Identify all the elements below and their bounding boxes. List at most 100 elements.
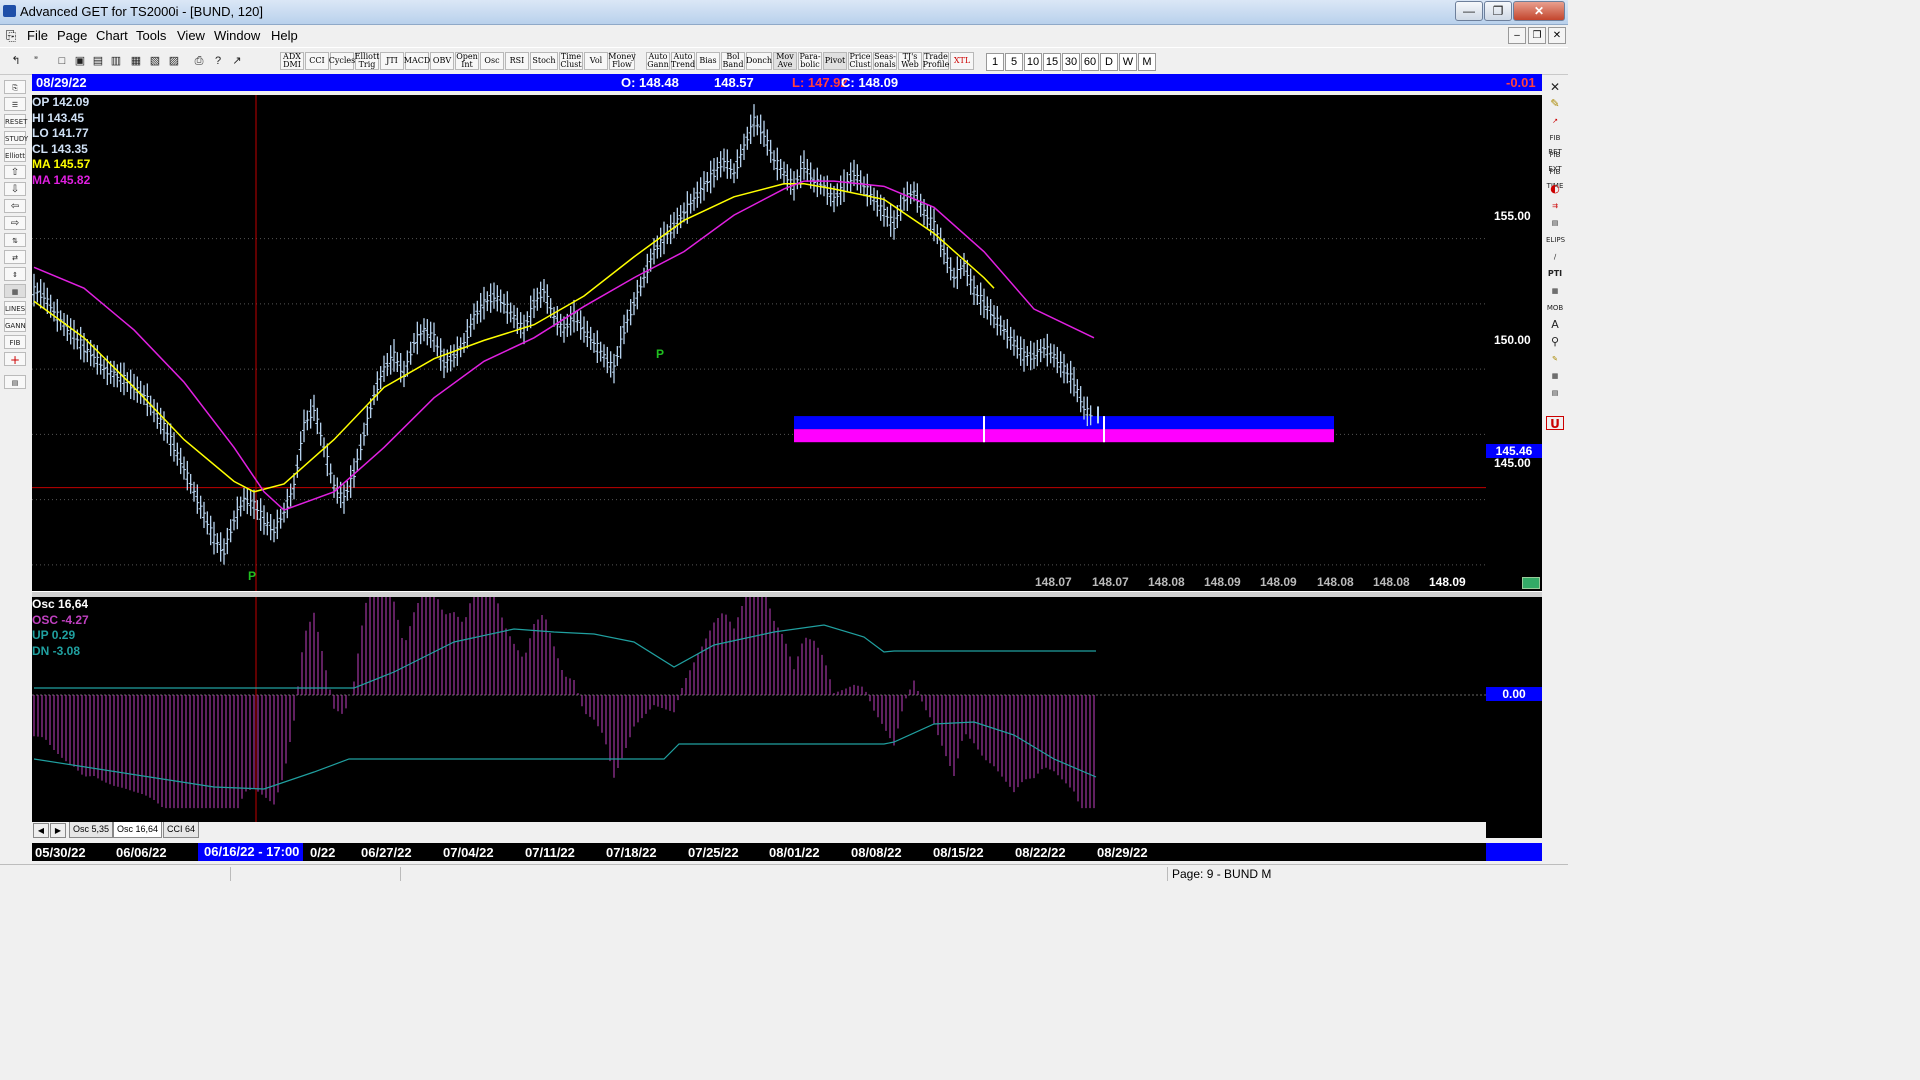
document-icon[interactable]: ⎘ — [6, 28, 16, 44]
print-icon[interactable]: ⎙ — [191, 52, 207, 70]
elliott-button[interactable]: Elliott — [4, 148, 26, 162]
menu-chart[interactable]: Chart — [96, 28, 128, 43]
timeframe-10-button[interactable]: 10 — [1024, 53, 1042, 71]
fib-button[interactable]: FIB — [4, 335, 26, 349]
menu-help[interactable]: Help — [271, 28, 298, 43]
calculator-icon[interactable]: ▦ — [1546, 369, 1564, 383]
zoom-bars-icon[interactable]: ☰ — [4, 97, 26, 111]
tab-next-icon[interactable]: ▶ — [50, 823, 66, 838]
lines-button[interactable]: LINES — [4, 301, 26, 315]
timeframe-15-button[interactable]: 15 — [1043, 53, 1061, 71]
undo-button[interactable]: U — [1546, 416, 1564, 431]
timeframe-weekly-button[interactable]: W — [1119, 53, 1137, 71]
fib-extension-button[interactable]: FIB EXT — [1546, 148, 1564, 173]
expand-icon[interactable]: ⇄ — [4, 250, 26, 264]
arrow-right-icon[interactable]: ⇨ — [4, 216, 26, 230]
maximize-button[interactable]: ❐ — [1484, 1, 1512, 21]
help-icon[interactable]: ? — [210, 52, 226, 70]
fib-retracement-button[interactable]: FIB RET — [1546, 131, 1564, 156]
study-xtl-button[interactable]: XTL — [950, 52, 974, 70]
close-button[interactable]: ✕ — [1513, 1, 1565, 21]
study-auto-gann-button[interactable]: Auto Gann — [646, 52, 670, 70]
indicator-osc-button[interactable]: Osc — [480, 52, 504, 70]
indicator-cycles-button[interactable]: Cycles — [329, 52, 355, 70]
grid-icon[interactable]: ▦ — [4, 284, 26, 298]
pointer-icon[interactable]: ↰ — [8, 52, 24, 70]
tab-cci-64[interactable]: CCI 64 — [163, 822, 200, 838]
arc-icon[interactable]: ◐ — [1546, 182, 1564, 196]
arrow-up-icon[interactable]: ⇧ — [4, 165, 26, 179]
timeframe-daily-button[interactable]: D — [1100, 53, 1118, 71]
study-tjs-web-button[interactable]: TJ's Web — [898, 52, 922, 70]
highlighter-icon[interactable]: ✎ — [1546, 352, 1564, 366]
folder-icon[interactable]: ⎘ — [4, 80, 26, 94]
text-tool-button[interactable]: A — [1546, 318, 1564, 332]
context-help-icon[interactable]: ↗ — [229, 52, 245, 70]
date-axis[interactable]: 05/30/22 06/06/22 0/22 06/27/22 07/04/22… — [32, 843, 1486, 861]
arrow-left-icon[interactable]: ⇦ — [4, 199, 26, 213]
copy-icon[interactable]: ▥ — [108, 52, 124, 70]
menu-file[interactable]: File — [27, 28, 48, 43]
chart-window-icon[interactable]: ▦ — [128, 52, 144, 70]
timeframe-5-button[interactable]: 5 — [1005, 53, 1023, 71]
price-chart[interactable]: OP 142.09 HI 143.45 LO 141.77 CL 143.35 … — [32, 95, 1486, 591]
tab-osc-5-35[interactable]: Osc 5,35 — [69, 822, 114, 838]
menu-tools[interactable]: Tools — [136, 28, 166, 43]
study-trade-profile-button[interactable]: Trade Profile — [923, 52, 949, 70]
price-axis[interactable]: 155.00 150.00 145.00 145.46 — [1486, 95, 1542, 591]
indicator-obv-button[interactable]: OBV — [430, 52, 454, 70]
save-icon[interactable]: ▣ — [72, 52, 88, 70]
study-mov-ave-button[interactable]: Mov Ave — [773, 52, 797, 70]
gann-button[interactable]: GANN — [4, 318, 26, 332]
oscillator-chart[interactable]: Osc 16,64 OSC -4.27 UP 0.29 DN -3.08 — [32, 597, 1486, 822]
channel-icon[interactable]: ▤ — [1546, 216, 1564, 230]
quote-icon[interactable]: ” — [28, 52, 44, 70]
indicator-cci-button[interactable]: CCI — [305, 52, 329, 70]
study-auto-trend-button[interactable]: Auto Trend — [671, 52, 695, 70]
indicator-macd-button[interactable]: MACD — [404, 52, 430, 70]
trendline-icon[interactable]: ↗ — [1546, 114, 1564, 128]
menu-view[interactable]: View — [177, 28, 205, 43]
oscillator-axis[interactable]: 0.00 — [1486, 597, 1542, 838]
fib-time-button[interactable]: FIB TIME — [1546, 165, 1564, 190]
mdi-minimize-button[interactable]: – — [1508, 27, 1526, 44]
crosshair-icon[interactable]: + — [4, 352, 26, 367]
scale-icon[interactable] — [1522, 577, 1540, 589]
indicator-money-flow-button[interactable]: Money Flow — [608, 52, 636, 70]
delete-chart-icon[interactable]: ▧ — [147, 52, 163, 70]
mob-button[interactable]: MOB — [1546, 301, 1564, 315]
timeframe-60-button[interactable]: 60 — [1081, 53, 1099, 71]
notes-icon[interactable]: ▤ — [1546, 386, 1564, 400]
magnifier-icon[interactable]: ⚲ — [1546, 335, 1564, 349]
new-page-icon[interactable]: □ — [54, 52, 70, 70]
study-bol-band-button[interactable]: Bol Band — [721, 52, 745, 70]
study-price-clust-button[interactable]: Price Clust — [848, 52, 872, 70]
study-seasonals-button[interactable]: Seas-onals — [873, 52, 897, 70]
indicator-open-int-button[interactable]: Open Int — [455, 52, 479, 70]
mdi-close-button[interactable]: ✕ — [1548, 27, 1566, 44]
open-icon[interactable]: ▤ — [90, 52, 106, 70]
arrow-down-icon[interactable]: ⇩ — [4, 182, 26, 196]
reset-button[interactable]: RESET — [4, 114, 27, 128]
indicator-rsi-button[interactable]: RSI — [505, 52, 529, 70]
timeframe-monthly-button[interactable]: M — [1138, 53, 1156, 71]
study-pivot-button[interactable]: Pivot — [823, 52, 847, 70]
delete-drawing-icon[interactable]: ✕ — [1546, 80, 1564, 94]
pti-button[interactable]: PTI — [1546, 267, 1564, 281]
scale-icon[interactable]: ⇕ — [4, 267, 26, 281]
indicator-time-clust-button[interactable]: Time Clust — [559, 52, 583, 70]
timeframe-1-button[interactable]: 1 — [986, 53, 1004, 71]
compress-icon[interactable]: ⇅ — [4, 233, 26, 247]
minimize-button[interactable]: — — [1455, 1, 1483, 21]
grid-tool-icon[interactable]: ▦ — [1546, 284, 1564, 298]
regression-icon[interactable]: ∕ — [1546, 250, 1564, 264]
report-icon[interactable]: ▤ — [4, 375, 26, 389]
indicator-vol-button[interactable]: Vol — [584, 52, 608, 70]
mdi-restore-button[interactable]: ❐ — [1528, 27, 1546, 44]
indicator-adx-dmi-button[interactable]: ADX DMI — [280, 52, 304, 70]
timeframe-30-button[interactable]: 30 — [1062, 53, 1080, 71]
study-button[interactable]: STUDY — [4, 131, 28, 145]
ellipse-button[interactable]: ELIPS — [1546, 233, 1565, 247]
indicator-stoch-button[interactable]: Stoch — [530, 52, 558, 70]
menu-page[interactable]: Page — [57, 28, 87, 43]
